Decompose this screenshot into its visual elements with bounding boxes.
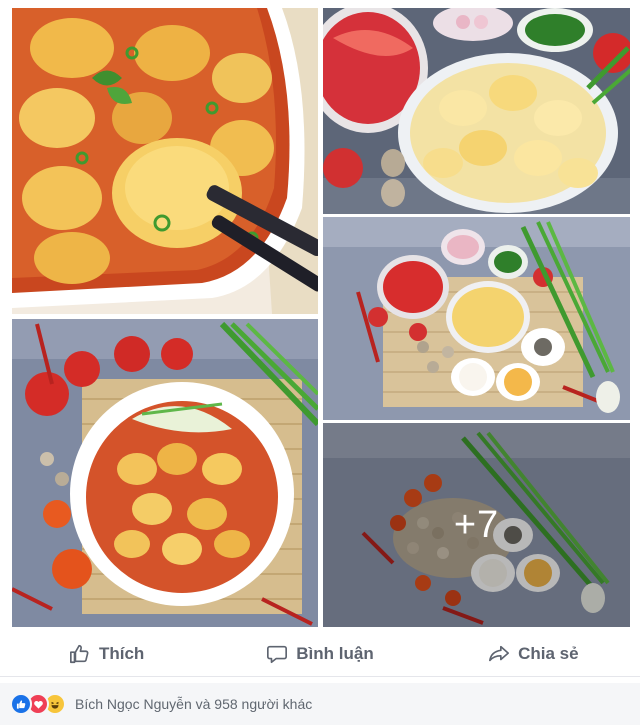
comment-icon [267, 645, 288, 664]
more-photos-count[interactable]: +7 [323, 423, 630, 627]
thumbs-up-icon [69, 644, 89, 664]
reaction-icons[interactable] [10, 693, 66, 715]
like-reaction-icon [10, 693, 32, 715]
photo-finished-dish[interactable] [12, 319, 318, 627]
egg-dish-closeup-image [12, 8, 318, 314]
action-bar: Thích Bình luận Chia sẻ [0, 632, 640, 677]
photo-ingredients-layout[interactable] [323, 217, 630, 420]
photo-egg-dish-closeup[interactable] [12, 8, 318, 314]
like-label: Thích [98, 644, 145, 663]
share-arrow-icon [489, 645, 510, 662]
photo-grid: +7 [0, 0, 640, 632]
share-label: Chia sẻ [518, 644, 579, 663]
facebook-post: +7 Thích Bình luận Chia sẻ Bích Ngọc Ngu… [0, 0, 640, 725]
ingredients-eggs-image [323, 8, 630, 214]
comment-label: Bình luận [296, 644, 374, 663]
like-button[interactable]: Thích [0, 632, 213, 676]
reactions-summary[interactable]: Bích Ngọc Nguyễn và 958 người khác [75, 696, 312, 712]
ingredients-layout-image [323, 217, 630, 420]
reactions-bar: Bích Ngọc Nguyễn và 958 người khác [0, 683, 640, 725]
photo-more[interactable]: +7 [323, 423, 630, 627]
comment-button[interactable]: Bình luận [213, 632, 426, 676]
finished-dish-image [12, 319, 318, 627]
photo-ingredients-eggs[interactable] [323, 8, 630, 214]
share-button[interactable]: Chia sẻ [427, 632, 640, 676]
